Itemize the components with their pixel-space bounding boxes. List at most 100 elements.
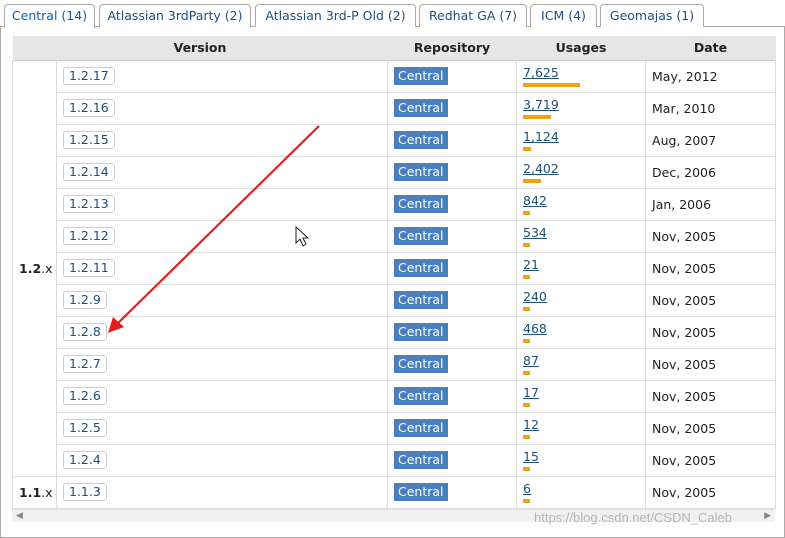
repository-badge[interactable]: Central — [394, 99, 448, 117]
repository-badge[interactable]: Central — [394, 419, 448, 437]
usage-indicator: 12 — [523, 416, 639, 440]
tab-geomajas[interactable]: Geomajas (1) — [600, 4, 704, 27]
usages-link[interactable]: 17 — [523, 385, 539, 400]
versions-table-body: 1.2.x 1.2.17 Central 7,625 May, 2012 1.2.16 Ce… — [12, 59, 777, 509]
tab-atlassian-3rd-p-old[interactable]: Atlassian 3rd-P Old (2) — [255, 4, 416, 27]
version-cell: 1.2.9 — [55, 283, 389, 317]
usage-bar — [523, 83, 581, 87]
version-link[interactable]: 1.2.11 — [63, 259, 115, 277]
version-link[interactable]: 1.1.3 — [63, 483, 107, 501]
table-row: 1.1.x 1.1.3 Central 6 Nov, 2005 — [12, 475, 777, 509]
usage-indicator: 21 — [523, 256, 639, 280]
version-cell: 1.2.15 — [55, 123, 389, 157]
repository-badge[interactable]: Central — [394, 483, 448, 501]
version-link[interactable]: 1.2.9 — [63, 291, 107, 309]
usages-link[interactable]: 87 — [523, 353, 539, 368]
repository-badge[interactable]: Central — [394, 451, 448, 469]
version-cell: 1.2.12 — [55, 219, 389, 253]
tab-icm[interactable]: ICM (4) — [530, 4, 597, 27]
repository-badge[interactable]: Central — [394, 195, 448, 213]
version-cell: 1.2.17 — [55, 59, 389, 93]
repository-badge[interactable]: Central — [394, 67, 448, 85]
horizontal-scrollbar[interactable]: ◀ ▶ — [12, 509, 775, 522]
tab-redhat-ga[interactable]: Redhat GA (7) — [419, 4, 527, 27]
usages-link[interactable]: 1,124 — [523, 129, 559, 144]
repository-cell: Central — [387, 187, 518, 221]
date-cell: Nov, 2005 — [645, 379, 777, 413]
usages-link[interactable]: 21 — [523, 257, 539, 272]
usages-link[interactable]: 842 — [523, 193, 547, 208]
usage-bar — [523, 371, 531, 375]
repository-cell: Central — [387, 91, 518, 125]
usage-bar — [523, 243, 531, 247]
date-cell: Aug, 2007 — [645, 123, 777, 157]
version-link[interactable]: 1.2.6 — [63, 387, 107, 405]
repository-badge[interactable]: Central — [394, 227, 448, 245]
date-cell: Jan, 2006 — [645, 187, 777, 221]
usage-indicator: 2,402 — [523, 160, 639, 184]
usage-indicator: 1,124 — [523, 128, 639, 152]
repository-badge[interactable]: Central — [394, 291, 448, 309]
version-link[interactable]: 1.2.17 — [63, 67, 115, 85]
usage-bar — [523, 115, 552, 119]
repository-cell: Central — [387, 347, 518, 381]
version-link[interactable]: 1.2.7 — [63, 355, 107, 373]
usages-link[interactable]: 6 — [523, 481, 531, 496]
version-link[interactable]: 1.2.15 — [63, 131, 115, 149]
table-row: 1.2.7 Central 87 Nov, 2005 — [13, 347, 777, 381]
repository-badge[interactable]: Central — [394, 163, 448, 181]
tab-central[interactable]: Central (14) — [4, 4, 95, 28]
version-link[interactable]: 1.2.5 — [63, 419, 107, 437]
usages-link[interactable]: 534 — [523, 225, 547, 240]
usage-indicator: 17 — [523, 384, 639, 408]
usages-cell: 12 — [516, 411, 647, 445]
right-arrow-icon[interactable]: ▶ — [764, 510, 771, 523]
date-cell: Nov, 2005 — [645, 315, 777, 349]
usages-link[interactable]: 240 — [523, 289, 547, 304]
usages-link[interactable]: 12 — [523, 417, 539, 432]
version-cell: 1.2.7 — [55, 347, 389, 381]
repository-badge[interactable]: Central — [394, 259, 448, 277]
repository-cell: Central — [387, 379, 518, 413]
usages-link[interactable]: 2,402 — [523, 161, 559, 176]
usage-bar — [523, 179, 542, 183]
repository-badge[interactable]: Central — [394, 387, 448, 405]
left-arrow-icon[interactable]: ◀ — [16, 510, 23, 523]
repository-badge[interactable]: Central — [394, 131, 448, 149]
version-link[interactable]: 1.2.13 — [63, 195, 115, 213]
table-row: 1.2.4 Central 15 Nov, 2005 — [13, 443, 777, 477]
repository-cell: Central — [387, 251, 518, 285]
usage-indicator: 15 — [523, 448, 639, 472]
repository-badge[interactable]: Central — [394, 355, 448, 373]
usages-link[interactable]: 15 — [523, 449, 539, 464]
version-link[interactable]: 1.2.14 — [63, 163, 115, 181]
date-cell: Nov, 2005 — [645, 251, 777, 285]
version-cell: 1.2.8 — [55, 315, 389, 349]
tab-atlassian-3rdparty[interactable]: Atlassian 3rdParty (2) — [99, 4, 251, 27]
usage-bar — [523, 147, 532, 151]
version-cell: 1.1.3 — [55, 475, 389, 509]
version-link[interactable]: 1.2.4 — [63, 451, 107, 469]
table-row: 1.2.12 Central 534 Nov, 2005 — [13, 219, 777, 253]
version-link[interactable]: 1.2.12 — [63, 227, 115, 245]
usage-indicator: 87 — [523, 352, 639, 376]
version-cell: 1.2.13 — [55, 187, 389, 221]
version-link[interactable]: 1.2.16 — [63, 99, 115, 117]
header-date: Date — [645, 36, 776, 61]
usages-link[interactable]: 7,625 — [523, 65, 559, 80]
repository-cell: Central — [387, 59, 518, 93]
version-cell: 1.2.16 — [55, 91, 389, 125]
version-group-suffix: .x — [41, 260, 53, 276]
table-row: 1.2.6 Central 17 Nov, 2005 — [13, 379, 777, 413]
usages-link[interactable]: 468 — [523, 321, 547, 336]
table-row: 1.2.16 Central 3,719 Mar, 2010 — [13, 91, 777, 125]
repository-tabs: Central (14) Atlassian 3rdParty (2) Atla… — [0, 0, 785, 28]
table-row: 1.2.15 Central 1,124 Aug, 2007 — [13, 123, 777, 157]
table-row: 1.2.14 Central 2,402 Dec, 2006 — [13, 155, 777, 189]
date-cell: Nov, 2005 — [645, 443, 777, 477]
version-link[interactable]: 1.2.8 — [63, 323, 107, 341]
usages-link[interactable]: 3,719 — [523, 97, 559, 112]
repository-badge[interactable]: Central — [394, 323, 448, 341]
usages-cell: 3,719 — [516, 91, 647, 125]
date-cell: Nov, 2005 — [645, 283, 777, 317]
